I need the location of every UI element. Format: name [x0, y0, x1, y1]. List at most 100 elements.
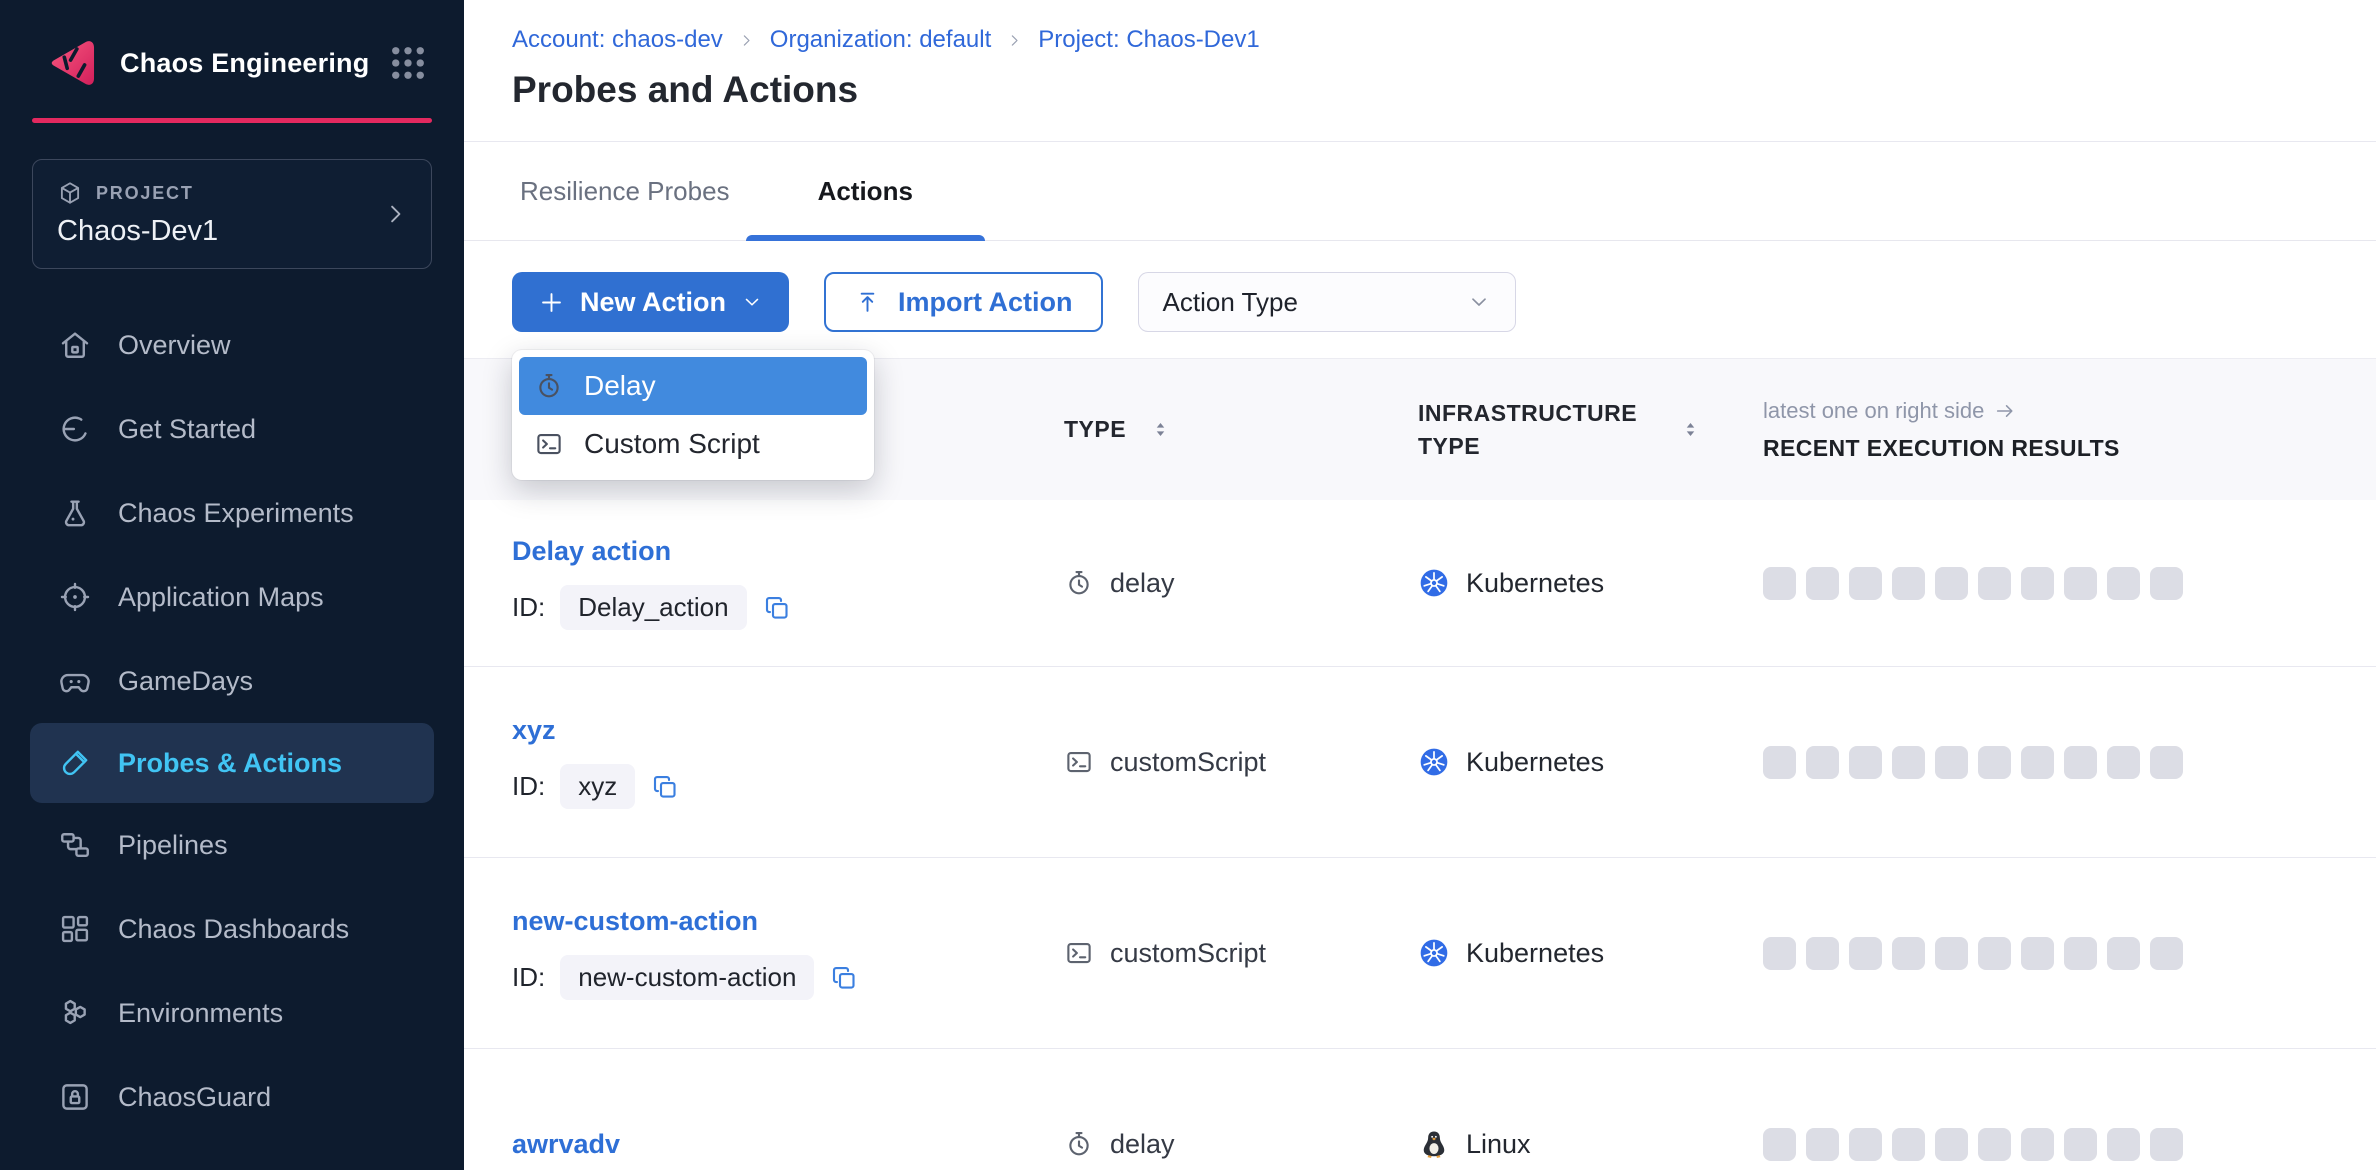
table-row: new-custom-action ID: new-custom-action … [464, 858, 2376, 1049]
type-cell: delay [1064, 1129, 1418, 1160]
action-type-value: delay [1110, 1129, 1175, 1160]
execution-result-placeholder [1763, 1128, 1796, 1161]
id-line: ID: Delay_action [512, 585, 1064, 630]
brand-row: Chaos Engineering [0, 0, 464, 92]
brand-divider [32, 118, 432, 123]
execution-result-placeholder [1935, 1128, 1968, 1161]
get-started-icon [58, 412, 92, 446]
action-name-link[interactable]: Delay action [512, 536, 671, 567]
id-line: ID: new-custom-action [512, 955, 1064, 1000]
sort-icon[interactable] [1680, 419, 1701, 440]
kubernetes-icon [1418, 746, 1450, 778]
tabs: Resilience ProbesActions [464, 142, 2376, 241]
execution-result-placeholder [1806, 567, 1839, 600]
sidebar: Chaos Engineering PROJECT Chaos-Dev1 Ove… [0, 0, 464, 1170]
gamepad-icon [58, 664, 92, 698]
action-name-link[interactable]: new-custom-action [512, 906, 758, 937]
execution-result-placeholder [2150, 567, 2183, 600]
execution-result-placeholder [2021, 746, 2054, 779]
sidebar-item-gamedays[interactable]: GameDays [0, 639, 464, 723]
sidebar-item-pipelines[interactable]: Pipelines [0, 803, 464, 887]
sidebar-item-application-maps[interactable]: Application Maps [0, 555, 464, 639]
infrastructure-value: Kubernetes [1466, 568, 1604, 599]
id-label: ID: [512, 592, 545, 623]
execution-result-placeholder [2107, 937, 2140, 970]
action-type-value: Action Type [1163, 287, 1298, 318]
menu-item-custom-script[interactable]: Custom Script [519, 415, 867, 473]
infrastructure-cell: Kubernetes [1418, 746, 1763, 778]
project-name: Chaos-Dev1 [57, 215, 407, 248]
new-action-button[interactable]: New Action [512, 272, 789, 332]
id-label: ID: [512, 771, 545, 802]
sidebar-item-probes-actions[interactable]: Probes & Actions [30, 723, 434, 803]
new-action-dropdown-menu: Delay Custom Script [512, 350, 874, 480]
type-column-header: TYPE [1064, 416, 1418, 443]
copy-icon[interactable] [650, 772, 680, 802]
execution-result-placeholder [1806, 746, 1839, 779]
infrastructure-value: Kubernetes [1466, 747, 1604, 778]
breadcrumb-link[interactable]: Organization: default [770, 26, 991, 54]
execution-result-placeholder [2064, 746, 2097, 779]
sidebar-item-environments[interactable]: Environments [0, 971, 464, 1055]
breadcrumb-link[interactable]: Project: Chaos-Dev1 [1038, 26, 1259, 54]
infrastructure-cell: Kubernetes [1418, 937, 1763, 969]
action-type-value: delay [1110, 568, 1175, 599]
tab-actions[interactable]: Actions [746, 142, 985, 240]
crosshair-icon [58, 580, 92, 614]
project-selector[interactable]: PROJECT Chaos-Dev1 [32, 159, 432, 269]
execution-result-placeholder [1806, 937, 1839, 970]
terminal-icon [534, 429, 564, 459]
execution-result-placeholder [2150, 937, 2183, 970]
import-action-button[interactable]: Import Action [824, 272, 1103, 332]
actions-table: Delay action ID: Delay_action delay Kube… [464, 500, 2376, 1170]
execution-result-placeholder [1892, 567, 1925, 600]
id-value: new-custom-action [560, 955, 814, 1000]
chevron-down-icon [741, 291, 763, 313]
id-value: xyz [560, 764, 635, 809]
action-name-link[interactable]: awrvadv [512, 1129, 620, 1160]
execution-result-placeholder [1806, 1128, 1839, 1161]
id-value: Delay_action [560, 585, 746, 630]
execution-result-placeholder [1763, 937, 1796, 970]
infrastructure-value: Kubernetes [1466, 938, 1604, 969]
breadcrumb-link[interactable]: Account: chaos-dev [512, 26, 723, 54]
sidebar-item-chaos-dashboards[interactable]: Chaos Dashboards [0, 887, 464, 971]
sidebar-item-chaos-experiments[interactable]: Chaos Experiments [0, 471, 464, 555]
sort-icon[interactable] [1150, 419, 1171, 440]
tab-resilience-probes[interactable]: Resilience Probes [520, 142, 730, 240]
menu-item-delay[interactable]: Delay [519, 357, 867, 415]
copy-icon[interactable] [829, 963, 859, 993]
id-label: ID: [512, 962, 545, 993]
sidebar-item-overview[interactable]: Overview [0, 303, 464, 387]
infrastructure-header-label: INFRASTRUCTURE TYPE [1418, 397, 1634, 461]
action-type-value: customScript [1110, 747, 1266, 778]
name-cell: Delay action ID: Delay_action [512, 536, 1064, 630]
home-icon [58, 328, 92, 362]
action-type-select[interactable]: Action Type [1138, 272, 1516, 332]
table-row: awrvadv delay Linux [464, 1049, 2376, 1170]
execution-result-placeholder [1935, 937, 1968, 970]
infrastructure-value: Linux [1466, 1129, 1531, 1160]
cube-icon [57, 180, 83, 206]
execution-result-placeholder [2150, 746, 2183, 779]
dashboards-icon [58, 912, 92, 946]
flask-icon [58, 496, 92, 530]
execution-result-placeholder [1978, 1128, 2011, 1161]
sidebar-item-get-started[interactable]: Get Started [0, 387, 464, 471]
action-name-link[interactable]: xyz [512, 715, 556, 746]
terminal-icon [1064, 747, 1094, 777]
chevron-right-icon [382, 201, 409, 228]
name-cell: awrvadv [512, 1129, 1064, 1160]
infrastructure-cell: Kubernetes [1418, 567, 1763, 599]
pipelines-icon [58, 828, 92, 862]
execution-result-placeholder [1849, 746, 1882, 779]
execution-result-placeholder [1978, 937, 2011, 970]
execution-result-placeholder [2021, 1128, 2054, 1161]
type-cell: customScript [1064, 938, 1418, 969]
plus-icon [538, 289, 565, 316]
module-grid-icon[interactable] [387, 42, 429, 84]
copy-icon[interactable] [762, 593, 792, 623]
sidebar-item-chaosguard[interactable]: ChaosGuard [0, 1055, 464, 1139]
breadcrumb-separator-icon [1006, 32, 1023, 49]
test-tube-icon [58, 746, 92, 780]
